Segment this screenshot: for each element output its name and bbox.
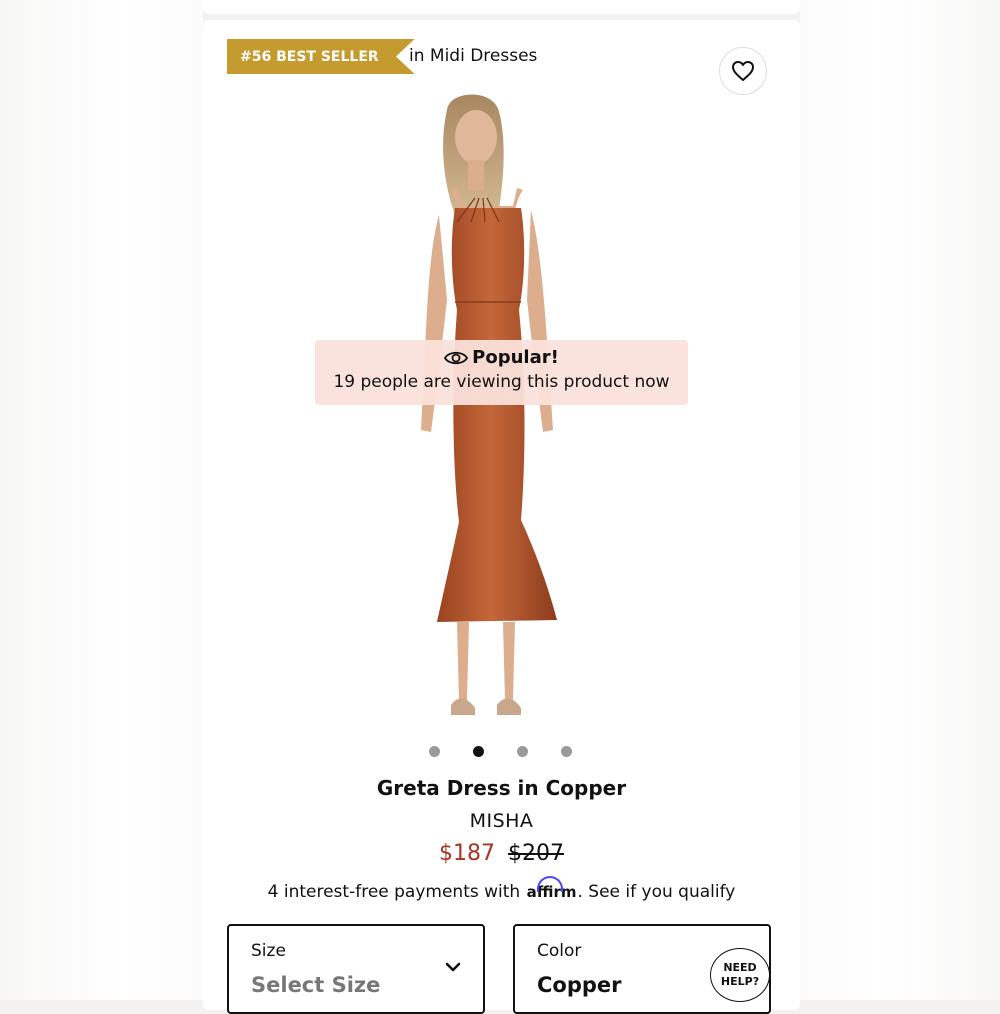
need-help-button[interactable]: NEED HELP? [710,948,770,1002]
popular-viewers-text: 19 people are viewing this product now [333,372,670,392]
affirm-logo: affirm [526,876,578,901]
best-seller-badge[interactable]: #56 BEST SELLER [227,39,415,74]
brand-name[interactable]: MISHA [203,810,800,832]
sale-price: $187 [439,841,495,866]
carousel-dot[interactable] [517,746,528,757]
product-image[interactable] [399,90,639,740]
carousel-dot[interactable] [429,746,440,757]
product-card: #56 BEST SELLER in Midi Dresses Popular!… [203,20,800,1014]
eye-icon [444,351,469,364]
popular-notice: Popular! 19 people are viewing this prod… [315,340,688,405]
color-label: Color [537,941,582,961]
best-seller-category[interactable]: in Midi Dresses [409,46,537,66]
size-select[interactable]: Size Select Size [227,924,485,1014]
chevron-down-icon [445,962,461,972]
background-left [0,0,203,1000]
color-value: Copper [537,973,622,997]
size-value: Select Size [251,973,381,997]
carousel-dots [429,746,572,757]
carousel-dot-active[interactable] [473,746,484,757]
background-right [800,0,1000,1000]
popular-title: Popular! [472,347,559,368]
product-name: Greta Dress in Copper [376,776,627,800]
carousel-dot[interactable] [561,746,572,757]
installments-prefix: 4 interest-free payments with [267,882,521,902]
heart-icon [732,61,754,81]
see-if-you-qualify-link[interactable]: . See if you qualify [578,882,736,902]
wishlist-button[interactable] [719,47,767,95]
previous-card-edge [203,0,800,14]
original-price: $207 [508,841,564,866]
installments-info: 4 interest-free payments with affirm. Se… [203,876,800,902]
price-block: $187 $207 [203,841,800,866]
size-label: Size [251,941,286,961]
